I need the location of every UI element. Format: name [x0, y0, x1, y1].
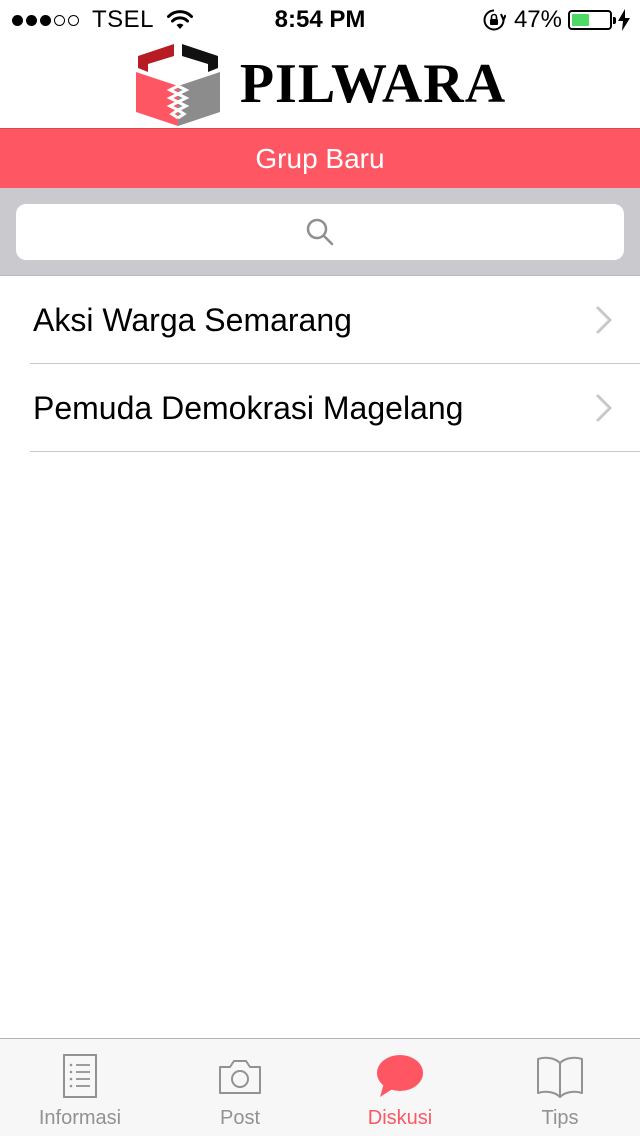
- tab-post[interactable]: Post: [160, 1039, 320, 1136]
- group-name: Aksi Warga Semarang: [33, 301, 352, 338]
- list-item[interactable]: Pemuda Demokrasi Magelang: [0, 364, 640, 452]
- status-right: 47%: [482, 6, 630, 34]
- chevron-right-icon: [596, 394, 612, 422]
- chevron-right-icon: [596, 306, 612, 334]
- app-name: PILWARA: [239, 53, 507, 115]
- status-bar: TSEL 8:54 PM 47%: [0, 0, 640, 40]
- app-header: PILWARA: [0, 40, 640, 128]
- page-title: Grup Baru: [255, 142, 385, 174]
- list-item[interactable]: Aksi Warga Semarang: [0, 276, 640, 364]
- nav-bar: Grup Baru: [0, 128, 640, 188]
- group-name: Pemuda Demokrasi Magelang: [33, 389, 464, 426]
- battery-percentage: 47%: [513, 6, 562, 33]
- search-bar: [0, 188, 640, 276]
- camera-icon: [219, 1060, 261, 1094]
- search-field[interactable]: [16, 204, 628, 262]
- tab-label: Post: [219, 1107, 261, 1129]
- tab-label: Diskusi: [367, 1107, 433, 1129]
- rotation-lock-icon: [483, 9, 506, 31]
- book-icon: [537, 1056, 583, 1098]
- tab-diskusi[interactable]: Diskusi: [320, 1039, 480, 1136]
- group-list: Aksi Warga Semarang Pemuda Demokrasi Mag…: [0, 276, 640, 452]
- tab-label: Tips: [541, 1107, 579, 1129]
- list-document-icon: [63, 1054, 97, 1098]
- charging-bolt-icon: [618, 9, 630, 31]
- tab-bar: Informasi Post Diskusi Tips: [0, 1038, 640, 1136]
- ballot-box-logo-icon: [135, 44, 220, 126]
- chat-bubble-icon: [377, 1055, 423, 1097]
- tab-label: Informasi: [38, 1107, 122, 1129]
- search-input[interactable]: [16, 204, 628, 262]
- battery-icon: [568, 10, 616, 30]
- battery-level: [572, 14, 589, 26]
- screen: TSEL 8:54 PM 47% PILWARA Grup Baru Aksi …: [0, 0, 640, 1136]
- tab-tips[interactable]: Tips: [480, 1039, 640, 1136]
- tab-informasi[interactable]: Informasi: [0, 1039, 160, 1136]
